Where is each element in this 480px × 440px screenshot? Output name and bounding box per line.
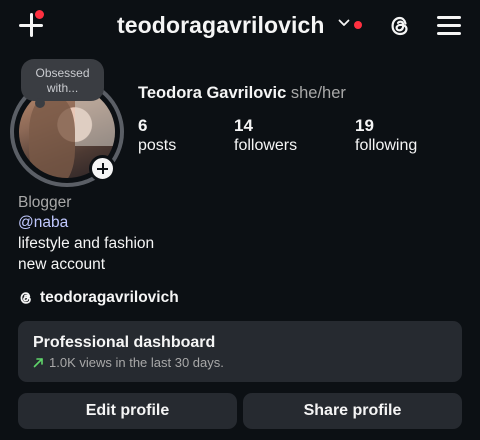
stat-label: posts: [138, 137, 177, 154]
menu-line: [437, 32, 461, 35]
account-notification-dot: [354, 21, 362, 29]
dashboard-views-text: 1.0K views in the last 30 days.: [49, 355, 224, 370]
professional-dashboard-card[interactable]: Professional dashboard 1.0K views in the…: [18, 321, 462, 382]
photo-subject: [29, 96, 75, 178]
threads-handle: teodoragavrilovich: [40, 289, 179, 306]
dashboard-subtitle: 1.0K views in the last 30 days.: [33, 355, 224, 370]
full-name-text: Teodora Gavrilovic: [138, 84, 287, 102]
add-story-button[interactable]: [89, 155, 116, 182]
share-profile-button[interactable]: Share profile: [243, 393, 462, 429]
bio-mention-link[interactable]: @naba: [18, 214, 68, 232]
threads-icon[interactable]: [387, 13, 413, 39]
menu-line: [437, 16, 461, 19]
top-bar: teodoragavrilovich: [0, 0, 480, 52]
stat-value: 19: [355, 116, 374, 135]
chevron-down-icon[interactable]: [338, 18, 350, 28]
stat-value: 6: [138, 116, 148, 135]
full-name: Teodora Gavrilovic she/her: [138, 84, 346, 103]
edit-profile-button[interactable]: Edit profile: [18, 393, 237, 429]
notification-dot: [35, 10, 44, 19]
stat-label: followers: [234, 137, 298, 154]
create-button[interactable]: [18, 10, 44, 38]
plus-icon-stroke: [30, 13, 33, 37]
threads-profile-link[interactable]: teodoragavrilovich: [18, 288, 179, 308]
hamburger-menu-icon[interactable]: [437, 14, 461, 36]
profile-category: Blogger: [18, 194, 72, 211]
trend-up-arrow-icon: [33, 358, 43, 368]
pronouns: she/her: [290, 84, 346, 102]
stat-posts[interactable]: 6 posts: [138, 116, 176, 156]
profile-note[interactable]: Obsessed with...: [21, 59, 104, 108]
stat-value: 14: [234, 116, 253, 135]
bio-line: new account: [18, 256, 106, 273]
add-story-icon-stroke: [101, 163, 104, 174]
threads-icon: [20, 292, 31, 304]
menu-line: [437, 24, 461, 27]
username-switcher[interactable]: teodoragavrilovich: [117, 12, 325, 39]
dashboard-title: Professional dashboard: [33, 334, 216, 351]
stat-followers[interactable]: 14 followers: [234, 116, 297, 156]
bio-line: lifestyle and fashion: [18, 235, 155, 252]
stat-following[interactable]: 19 following: [355, 116, 417, 156]
stat-label: following: [355, 137, 418, 154]
